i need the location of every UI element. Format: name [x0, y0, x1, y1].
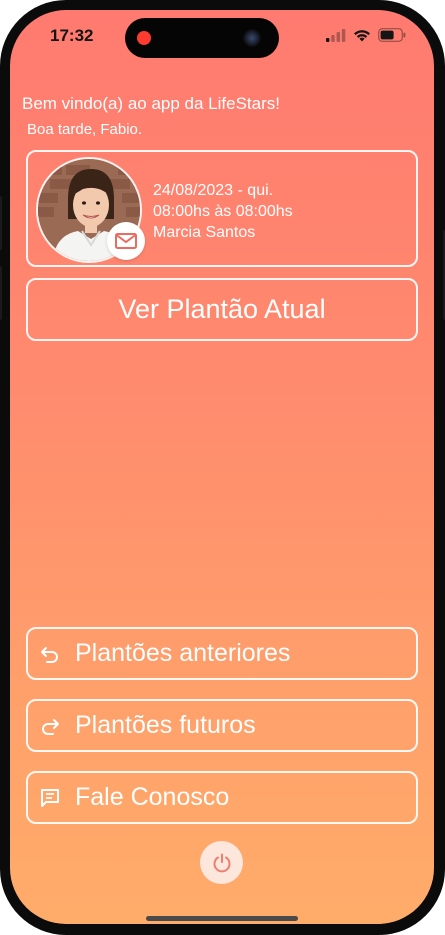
- shift-info: 24/08/2023 - qui. 08:00hs às 08:00hs Mar…: [153, 180, 293, 243]
- volume-down-button: [0, 266, 2, 320]
- dynamic-island: [125, 18, 279, 58]
- logout-button[interactable]: [200, 841, 243, 884]
- home-indicator[interactable]: [146, 916, 298, 921]
- undo-arrow-icon: [37, 641, 63, 667]
- app-screen: 17:32 Bem vindo(a) ao app da LifeStars! …: [10, 10, 434, 924]
- mail-icon: [115, 233, 137, 249]
- view-current-shift-label: Ver Plantão Atual: [118, 294, 326, 324]
- power-icon: [213, 853, 230, 872]
- contact-label: Fale Conosco: [75, 783, 230, 811]
- greeting-text: Boa tarde, Fabio.: [27, 121, 143, 138]
- future-shifts-button[interactable]: Plantões futuros: [26, 699, 418, 752]
- previous-shifts-label: Plantões anteriores: [75, 639, 291, 667]
- shift-date: 24/08/2023 - qui.: [153, 182, 274, 199]
- previous-shifts-button[interactable]: Plantões anteriores: [26, 627, 418, 680]
- view-current-shift-button[interactable]: Ver Plantão Atual: [26, 278, 418, 341]
- mail-badge-button[interactable]: [107, 222, 145, 260]
- volume-up-button: [0, 196, 2, 250]
- current-shift-card[interactable]: 24/08/2023 - qui. 08:00hs às 08:00hs Mar…: [26, 150, 418, 267]
- status-time: 17:32: [50, 26, 94, 45]
- camera-icon: [243, 29, 261, 47]
- wifi-icon: [354, 29, 370, 41]
- contact-button[interactable]: Fale Conosco: [26, 771, 418, 824]
- chat-icon: [37, 785, 63, 811]
- cellular-signal-icon: [326, 28, 346, 42]
- future-shifts-label: Plantões futuros: [75, 711, 256, 739]
- status-icons: [326, 28, 406, 42]
- phone-frame: 17:32 Bem vindo(a) ao app da LifeStars! …: [0, 0, 445, 935]
- welcome-text: Bem vindo(a) ao app da LifeStars!: [22, 94, 280, 113]
- shift-hours: 08:00hs às 08:00hs: [153, 203, 293, 220]
- battery-icon: [378, 28, 406, 42]
- shift-professional: Marcia Santos: [153, 224, 256, 241]
- redo-arrow-icon: [37, 713, 63, 739]
- recording-indicator-icon: [137, 31, 151, 45]
